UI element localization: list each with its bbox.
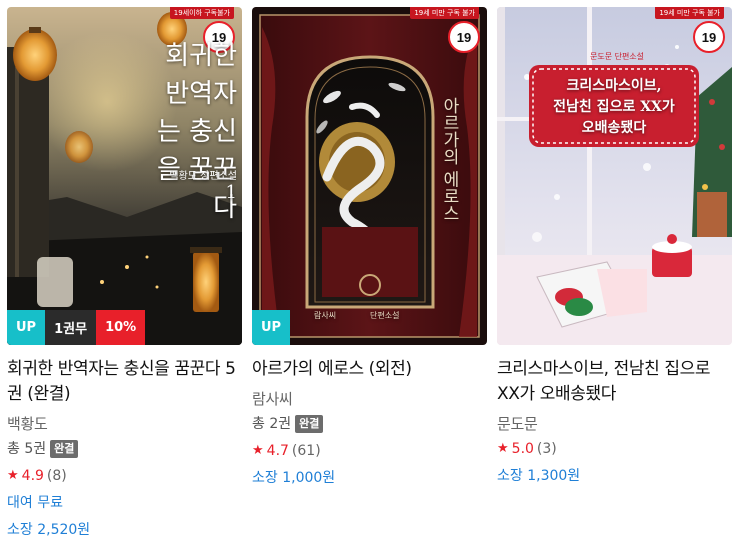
up-badge: UP — [252, 310, 291, 345]
star-icon: ★ — [497, 441, 509, 456]
own-price[interactable]: 소장 1,300원 — [497, 465, 732, 487]
book-rating: ★ 4.9 (8) — [7, 465, 242, 487]
book-title[interactable]: 회귀한 반역자는 충신을 꿈꾼다 5권 (완결) — [7, 357, 242, 407]
cover-series-text: 단편소설 — [370, 311, 400, 320]
rent-price[interactable]: 대여 무료 — [7, 492, 242, 514]
book-info-2: 아르가의 에로스 (외전) 람사씨 총 2권 완결 ★ 4.7 (61) 소장 … — [252, 345, 487, 489]
book-card-3[interactable]: 19세 미만 구독 불가 19 문도문 단편소설 크리스마스이브, 전남친 집으… — [497, 7, 732, 546]
cover-title-line-3: 오배송됐다 — [581, 120, 647, 136]
cover-series-text: 문도문 단편소설 — [589, 52, 645, 61]
book-cover-1[interactable]: 19세이하 구독불가 19 회귀한 반역자는 충신을 꿈꾼다 백황도 장편소설 … — [7, 7, 242, 345]
own-price[interactable]: 소장 1,000원 — [252, 467, 487, 489]
book-author[interactable]: 백황도 — [7, 413, 242, 435]
cover-volume-text: 1 — [225, 182, 237, 203]
book-volumes: 총 2권 완결 — [252, 413, 487, 435]
cover-author-text: 백황도 장편소설 — [169, 171, 237, 182]
rating-score: 4.7 — [266, 443, 289, 459]
complete-badge: 완결 — [50, 440, 79, 458]
cover-title-text: 아르가의 에로스 — [439, 97, 459, 222]
book-title[interactable]: 크리스마스이브, 전남친 집으로 XX가 오배송됐다 — [497, 357, 732, 407]
star-icon: ★ — [252, 443, 264, 458]
rating-count: (3) — [536, 441, 557, 457]
book-rating: ★ 4.7 (61) — [252, 440, 487, 462]
age-19-badge: 19 — [448, 21, 480, 53]
book-rating: ★ 5.0 (3) — [497, 438, 732, 460]
volume-count: 총 5권 — [7, 441, 47, 457]
own-price[interactable]: 소장 2,520원 — [7, 519, 242, 541]
book-card-1[interactable]: 19세이하 구독불가 19 회귀한 반역자는 충신을 꿈꾼다 백황도 장편소설 … — [7, 7, 242, 546]
book-cover-3[interactable]: 19세 미만 구독 불가 19 문도문 단편소설 크리스마스이브, 전남친 집으… — [497, 7, 732, 345]
book-grid: 19세이하 구독불가 19 회귀한 반역자는 충신을 꿈꾼다 백황도 장편소설 … — [7, 7, 732, 546]
age-restriction-tab: 19세이하 구독불가 — [169, 7, 234, 19]
rating-count: (8) — [46, 468, 67, 484]
cover-title-line-1: 크리스마스이브, — [566, 78, 662, 94]
complete-badge: 완결 — [295, 415, 324, 433]
book-author[interactable]: 람사씨 — [252, 388, 487, 410]
book-author[interactable]: 문도문 — [497, 413, 732, 435]
rating-score: 4.9 — [21, 468, 44, 484]
cover-title-line-2: 전남친 집으로 XX가 — [553, 99, 675, 115]
star-icon: ★ — [7, 468, 19, 483]
book-title[interactable]: 아르가의 에로스 (외전) — [252, 357, 487, 382]
rating-score: 5.0 — [511, 441, 534, 457]
book-card-2[interactable]: 19세 미만 구독 불가 19 아르가의 에로스 람사씨 단편소설 UP 아르가… — [252, 7, 487, 546]
book-cover-2[interactable]: 19세 미만 구독 불가 19 아르가의 에로스 람사씨 단편소설 UP — [252, 7, 487, 345]
discount-badge: 10% — [96, 310, 146, 345]
cover-badges: UP 1권무 10% — [7, 310, 146, 345]
age-restriction-tab: 19세 미만 구독 불가 — [410, 7, 479, 19]
book-info-3: 크리스마스이브, 전남친 집으로 XX가 오배송됐다 문도문 ★ 5.0 (3)… — [497, 345, 732, 487]
book-volumes: 총 5권 완결 — [7, 438, 242, 460]
free-volume-badge: 1권무 — [45, 310, 97, 345]
cover-badges: UP — [252, 310, 291, 345]
volume-count: 총 2권 — [252, 416, 292, 432]
rating-count: (61) — [291, 443, 321, 459]
age-19-badge: 19 — [693, 21, 725, 53]
cover-author-text: 람사씨 — [314, 311, 337, 320]
up-badge: UP — [7, 310, 46, 345]
book-info-1: 회귀한 반역자는 충신을 꿈꾼다 5권 (완결) 백황도 총 5권 완결 ★ 4… — [7, 345, 242, 541]
age-restriction-tab: 19세 미만 구독 불가 — [655, 7, 724, 19]
